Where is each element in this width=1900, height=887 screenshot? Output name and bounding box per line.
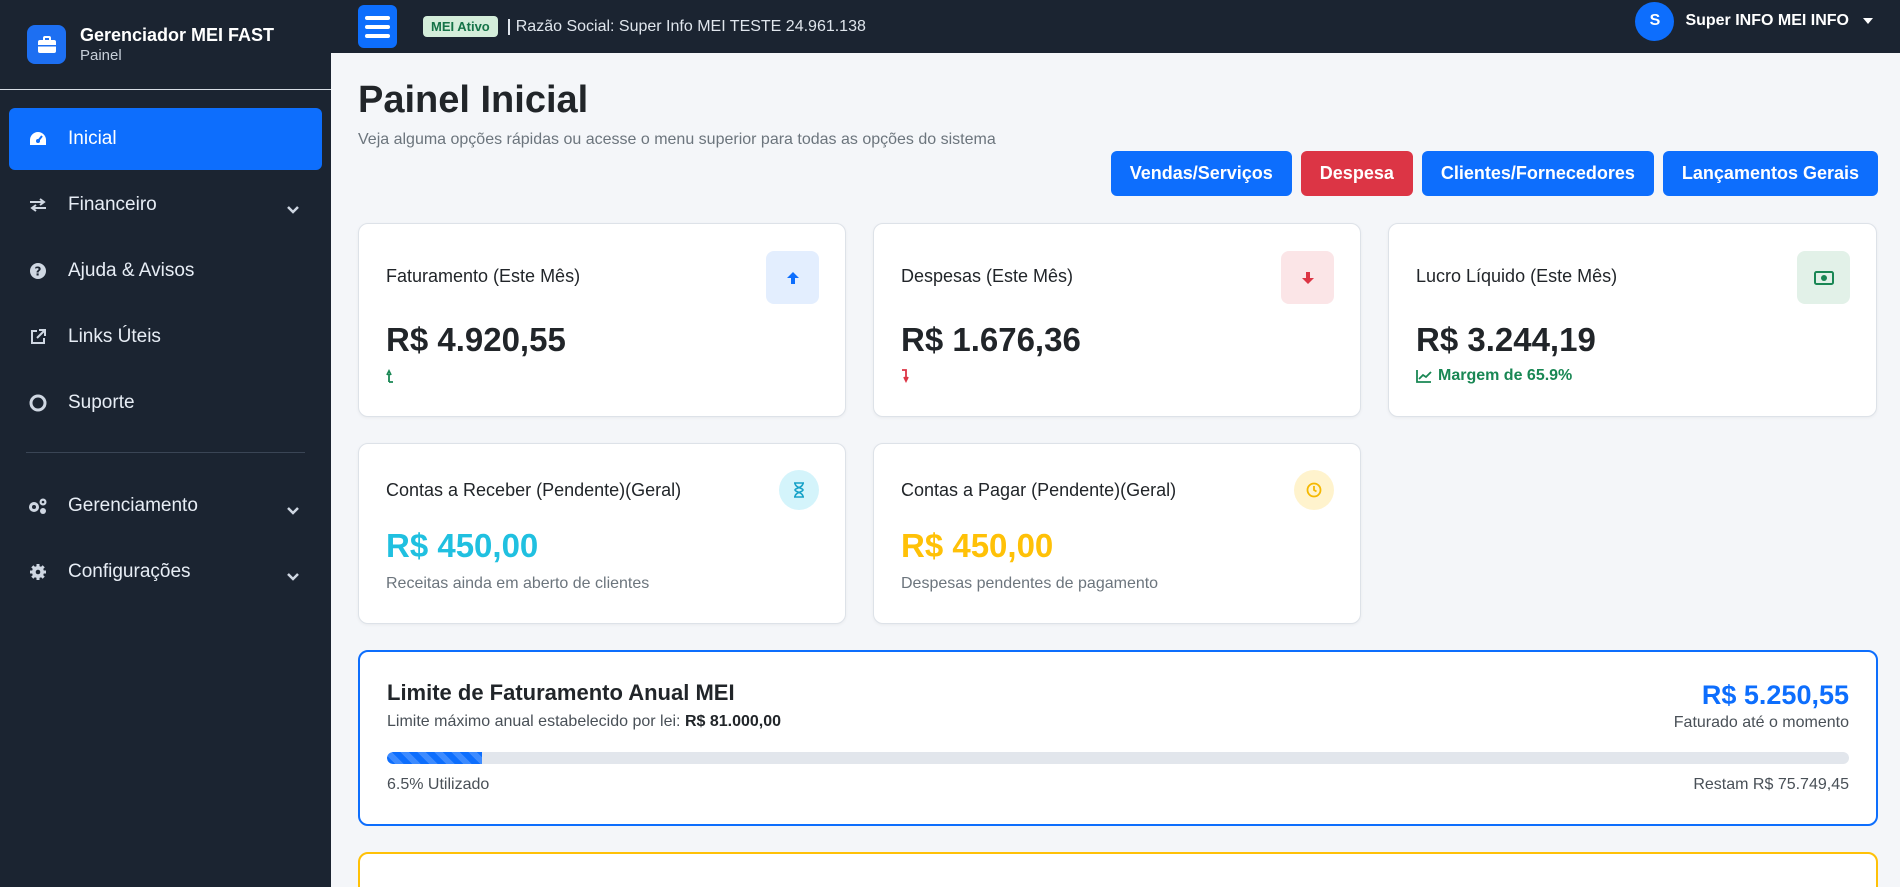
margem-text: Margem de 65.9%	[1416, 367, 1572, 385]
clock-icon	[1294, 470, 1334, 510]
despesas-card: Despesas (Este Mês) R$ 1.676,36	[873, 223, 1361, 417]
limite-faturamento-card: Limite de Faturamento Anual MEI Limite m…	[358, 650, 1878, 826]
page-title: Painel Inicial	[358, 79, 589, 121]
limit-used-label: 6.5% Utilizado	[387, 776, 490, 793]
limit-max-value: R$ 81.000,00	[684, 713, 782, 730]
sidebar-nav: Inicial Financeiro ? Ajuda & Avisos Link…	[0, 90, 331, 603]
menu-toggle-button[interactable]	[358, 5, 397, 48]
user-name: Super INFO MEI INFO	[1685, 12, 1849, 29]
clientes-fornecedores-button[interactable]: Clientes/Fornecedores	[1421, 151, 1654, 196]
topbar: MEI Ativo Razão Social: Super Info MEI T…	[331, 0, 1900, 53]
trend-down-icon	[901, 369, 911, 388]
lifebuoy-icon	[27, 392, 49, 414]
contas-receber-foot: Receitas ainda em aberto de clientes	[386, 575, 650, 592]
sidebar-item-label: Financeiro	[68, 194, 157, 215]
vendas-servicos-button[interactable]: Vendas/Serviços	[1110, 151, 1292, 196]
limit-progress-bar	[387, 752, 1849, 764]
exchange-icon	[27, 194, 49, 216]
despesas-value: R$ 1.676,36	[901, 321, 1081, 358]
sidebar-divider	[26, 452, 305, 453]
card-label: Lucro Líquido (Este Mês)	[1416, 266, 1618, 286]
faturamento-card: Faturamento (Este Mês) R$ 4.920,55	[358, 223, 846, 417]
chevron-down-icon	[286, 199, 300, 221]
sidebar-item-links[interactable]: Links Úteis	[9, 306, 322, 368]
external-link-icon	[27, 326, 49, 348]
quick-actions: Vendas/Serviços Despesa Clientes/Fornece…	[1110, 151, 1878, 196]
svg-text:?: ?	[35, 265, 42, 279]
sidebar-item-configuracoes[interactable]: Configurações	[9, 541, 322, 603]
brand-subtitle: Painel	[80, 46, 122, 64]
lucro-card: Lucro Líquido (Este Mês) R$ 3.244,19 Mar…	[1388, 223, 1877, 417]
gears-icon	[27, 495, 49, 517]
contas-receber-value: R$ 450,00	[386, 527, 539, 564]
sidebar-item-label: Suporte	[68, 392, 135, 413]
arrow-down-icon	[1281, 251, 1334, 304]
chart-line-icon	[1416, 369, 1432, 383]
sidebar-item-inicial[interactable]: Inicial	[9, 108, 322, 170]
chevron-down-icon	[286, 566, 300, 588]
trend-up-icon	[386, 368, 396, 388]
sidebar-item-label: Gerenciamento	[68, 495, 198, 516]
sidebar-item-ajuda[interactable]: ? Ajuda & Avisos	[9, 240, 322, 302]
razao-social: Razão Social: Super Info MEI TESTE 24.96…	[507, 18, 866, 35]
sidebar-item-suporte[interactable]: Suporte	[9, 372, 322, 434]
briefcase-icon	[27, 25, 66, 64]
next-section-card	[358, 852, 1878, 887]
lucro-value: R$ 3.244,19	[1416, 321, 1596, 358]
status-badge: MEI Ativo	[423, 16, 498, 37]
margem-label: Margem de 65.9%	[1438, 367, 1573, 384]
avatar: S	[1635, 1, 1675, 41]
arrow-up-icon	[766, 251, 819, 304]
brand: Gerenciador MEI FAST Painel	[0, 0, 331, 90]
limit-remaining-label: Restam R$ 75.749,45	[1693, 776, 1849, 793]
limit-title: Limite de Faturamento Anual MEI	[387, 680, 735, 705]
card-label: Despesas (Este Mês)	[901, 266, 1074, 286]
contas-pagar-foot: Despesas pendentes de pagamento	[901, 575, 1159, 592]
billed-label: Faturado até o momento	[1673, 714, 1849, 731]
limit-subtitle-prefix: Limite máximo anual estabelecido por lei…	[387, 713, 685, 730]
money-bill-icon	[1797, 251, 1850, 304]
card-label: Contas a Receber (Pendente)(Geral)	[386, 480, 682, 500]
sidebar: Gerenciador MEI FAST Painel Inicial Fina…	[0, 0, 331, 887]
main-content: Painel Inicial Veja alguma opções rápida…	[358, 53, 1878, 887]
limit-subtitle: Limite máximo anual estabelecido por lei…	[387, 713, 781, 731]
chevron-down-icon	[286, 500, 300, 522]
billed-value: R$ 5.250,55	[1701, 680, 1849, 710]
contas-pagar-value: R$ 450,00	[901, 527, 1054, 564]
card-label: Faturamento (Este Mês)	[386, 266, 581, 286]
sidebar-item-label: Inicial	[68, 128, 117, 149]
user-menu[interactable]: S Super INFO MEI INFO	[1635, 0, 1874, 42]
sidebar-item-label: Configurações	[68, 561, 191, 582]
brand-title: Gerenciador MEI FAST	[80, 24, 275, 45]
gauge-icon	[27, 128, 49, 150]
question-icon: ?	[27, 260, 49, 282]
sidebar-item-financeiro[interactable]: Financeiro	[9, 174, 322, 236]
sidebar-item-label: Links Úteis	[68, 326, 161, 347]
contas-receber-card: Contas a Receber (Pendente)(Geral) R$ 45…	[358, 443, 846, 624]
faturamento-value: R$ 4.920,55	[386, 321, 566, 358]
card-label: Contas a Pagar (Pendente)(Geral)	[901, 480, 1177, 500]
caret-down-icon	[1862, 12, 1874, 30]
sidebar-item-label: Ajuda & Avisos	[68, 260, 195, 281]
page-description: Veja alguma opções rápidas ou acesse o m…	[358, 131, 996, 148]
gear-icon	[27, 561, 49, 583]
limit-progress-fill	[387, 752, 483, 764]
sidebar-item-gerenciamento[interactable]: Gerenciamento	[9, 475, 322, 537]
despesa-button[interactable]: Despesa	[1300, 151, 1413, 196]
contas-pagar-card: Contas a Pagar (Pendente)(Geral) R$ 450,…	[873, 443, 1361, 624]
lancamentos-gerais-button[interactable]: Lançamentos Gerais	[1662, 151, 1878, 196]
hourglass-icon	[779, 470, 819, 510]
